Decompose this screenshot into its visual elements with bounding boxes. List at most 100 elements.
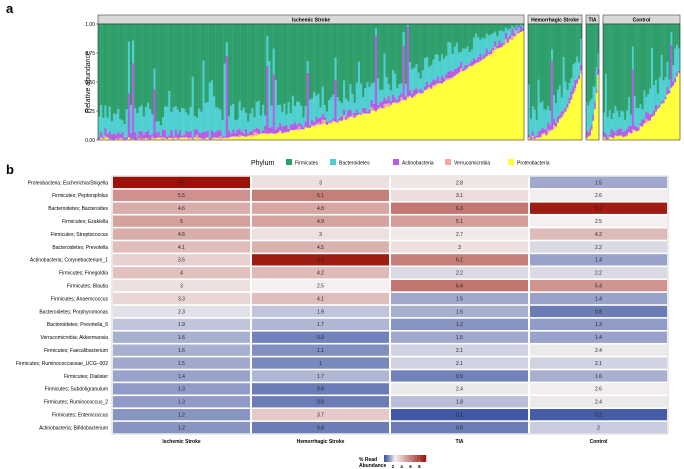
bar-segment-proteobacteria — [415, 94, 418, 140]
bar-segment-bacteroidetes — [123, 124, 126, 138]
bar-segment-bacteroidetes — [368, 87, 371, 110]
bar-segment-firmicutes — [595, 24, 598, 68]
bar-segment-actinobacteria — [176, 134, 180, 139]
bar-segment-proteobacteria — [449, 78, 452, 140]
bar-segment-actinobacteria — [115, 134, 118, 139]
bar-segment-bacteroidetes — [626, 110, 629, 130]
bar-segment-bacteroidetes — [266, 35, 269, 66]
bar-segment-actinobacteria — [612, 130, 615, 139]
panel-b-heatmap: Proteobacteria; Escherichia/Shigella 9.5 3… — [16, 175, 669, 445]
figure: a Relative abundance b Phylum % Read Abu… — [6, 1, 681, 469]
bar-segment-proteobacteria — [383, 108, 386, 140]
bar-segment-firmicutes — [387, 24, 390, 85]
cell-value: 2.1 — [456, 348, 463, 354]
bar-segment-proteobacteria — [440, 83, 444, 140]
bar-segment-bacteroidetes — [443, 58, 446, 78]
bar-segment-actinobacteria — [535, 135, 538, 138]
bar-segment-bacteroidetes — [221, 119, 224, 137]
bar-segment-firmicutes — [289, 24, 292, 114]
bar-segment-actinobacteria — [121, 132, 124, 139]
bar-segment-actinobacteria — [629, 125, 633, 134]
bar-segment-actinobacteria — [193, 129, 197, 137]
bar-segment-proteobacteria — [270, 133, 273, 140]
bar-segment-proteobacteria — [368, 113, 371, 140]
bar-segment-firmicutes — [483, 24, 486, 39]
bar-segment-actinobacteria — [98, 137, 101, 140]
bar-segment-verrucomicrobia — [136, 138, 139, 140]
bar-segment-firmicutes — [359, 24, 363, 84]
row-label: Firmicutes; Faecalibacterium — [44, 348, 108, 354]
bar-segment-proteobacteria — [438, 83, 442, 140]
bar-segment-actinobacteria — [253, 128, 256, 132]
bar-segment-bacteroidetes — [595, 67, 598, 91]
bar-segment-verrucomicrobia — [189, 137, 192, 139]
bar-segment-firmicutes — [472, 24, 476, 38]
bar-segment-actinobacteria — [487, 52, 491, 55]
bar-segment-proteobacteria — [264, 133, 267, 140]
bar-segment-firmicutes — [432, 24, 435, 60]
bar-segment-firmicutes — [400, 24, 403, 84]
cell-value: 3 — [319, 232, 322, 238]
bar-segment-actinobacteria — [556, 116, 560, 123]
cell-value: 1.5 — [595, 180, 602, 186]
bar-segment-bacteroidetes — [125, 109, 128, 137]
bar-segment-proteobacteria — [637, 130, 640, 140]
bar-segment-actinobacteria — [592, 114, 595, 121]
bar-segment-actinobacteria — [558, 115, 561, 119]
bar-segment-verrucomicrobia — [587, 136, 590, 138]
legend-swatch-verrucomicrobia — [445, 159, 451, 165]
bar-segment-firmicutes — [612, 24, 615, 114]
bar-segment-proteobacteria — [610, 137, 613, 140]
bar-segment-firmicutes — [628, 24, 631, 97]
bar-segment-bacteroidetes — [385, 77, 388, 101]
bar-segment-firmicutes — [342, 24, 346, 81]
bar-segment-verrucomicrobia — [198, 137, 201, 139]
bar-segment-actinobacteria — [178, 130, 182, 138]
bar-segment-bacteroidetes — [187, 114, 190, 133]
bar-segment-bacteroidetes — [236, 119, 239, 130]
bar-segment-bacteroidetes — [330, 97, 333, 121]
bar-segment-proteobacteria — [347, 118, 350, 140]
bar-segment-verrucomicrobia — [647, 120, 650, 122]
bar-segment-bacteroidetes — [475, 33, 478, 60]
bar-segment-bacteroidetes — [355, 82, 359, 110]
bar-segment-firmicutes — [443, 24, 446, 59]
bar-segment-proteobacteria — [428, 87, 431, 140]
bar-segment-proteobacteria — [562, 115, 565, 140]
bar-segment-actinobacteria — [641, 119, 644, 127]
bar-segment-actinobacteria — [549, 124, 552, 131]
bar-segment-bacteroidetes — [398, 84, 401, 96]
bar-segment-proteobacteria — [408, 96, 412, 140]
bar-segment-bacteroidetes — [402, 31, 405, 46]
bar-segment-bacteroidetes — [672, 65, 675, 82]
bar-segment-firmicutes — [417, 24, 420, 73]
bar-segment-verrucomicrobia — [434, 84, 437, 87]
bar-segment-bacteroidetes — [383, 53, 386, 98]
bar-segment-bacteroidetes — [232, 104, 235, 130]
bar-segment-verrucomicrobia — [506, 42, 510, 44]
bar-segment-bacteroidetes — [272, 48, 275, 75]
bar-segment-bacteroidetes — [651, 48, 654, 114]
bar-segment-bacteroidetes — [274, 80, 278, 130]
bar-segment-actinobacteria — [466, 65, 469, 68]
cell-value: 2.6 — [595, 387, 602, 393]
bar-segment-firmicutes — [325, 24, 329, 112]
bar-segment-proteobacteria — [168, 137, 171, 140]
bar-segment-actinobacteria — [136, 137, 139, 139]
bar-segment-actinobacteria — [460, 61, 463, 69]
bar-segment-bacteroidetes — [513, 27, 516, 34]
bar-segment-actinobacteria — [104, 128, 107, 136]
bar-segment-bacteroidetes — [400, 83, 403, 94]
bar-segment-actinobacteria — [374, 35, 378, 112]
bar-segment-actinobacteria — [200, 132, 203, 139]
bar-segment-actinobacteria — [462, 68, 465, 72]
bar-segment-firmicutes — [558, 24, 561, 86]
bar-segment-actinobacteria — [533, 136, 536, 139]
bar-segment-actinobacteria — [151, 134, 154, 137]
bar-segment-verrucomicrobia — [151, 136, 154, 139]
bar-segment-bacteroidetes — [155, 121, 158, 133]
bar-segment-actinobacteria — [637, 127, 640, 131]
bar-segment-verrucomicrobia — [549, 130, 552, 132]
bar-segment-bacteroidetes — [223, 63, 226, 137]
bar-segment-firmicutes — [168, 24, 171, 92]
